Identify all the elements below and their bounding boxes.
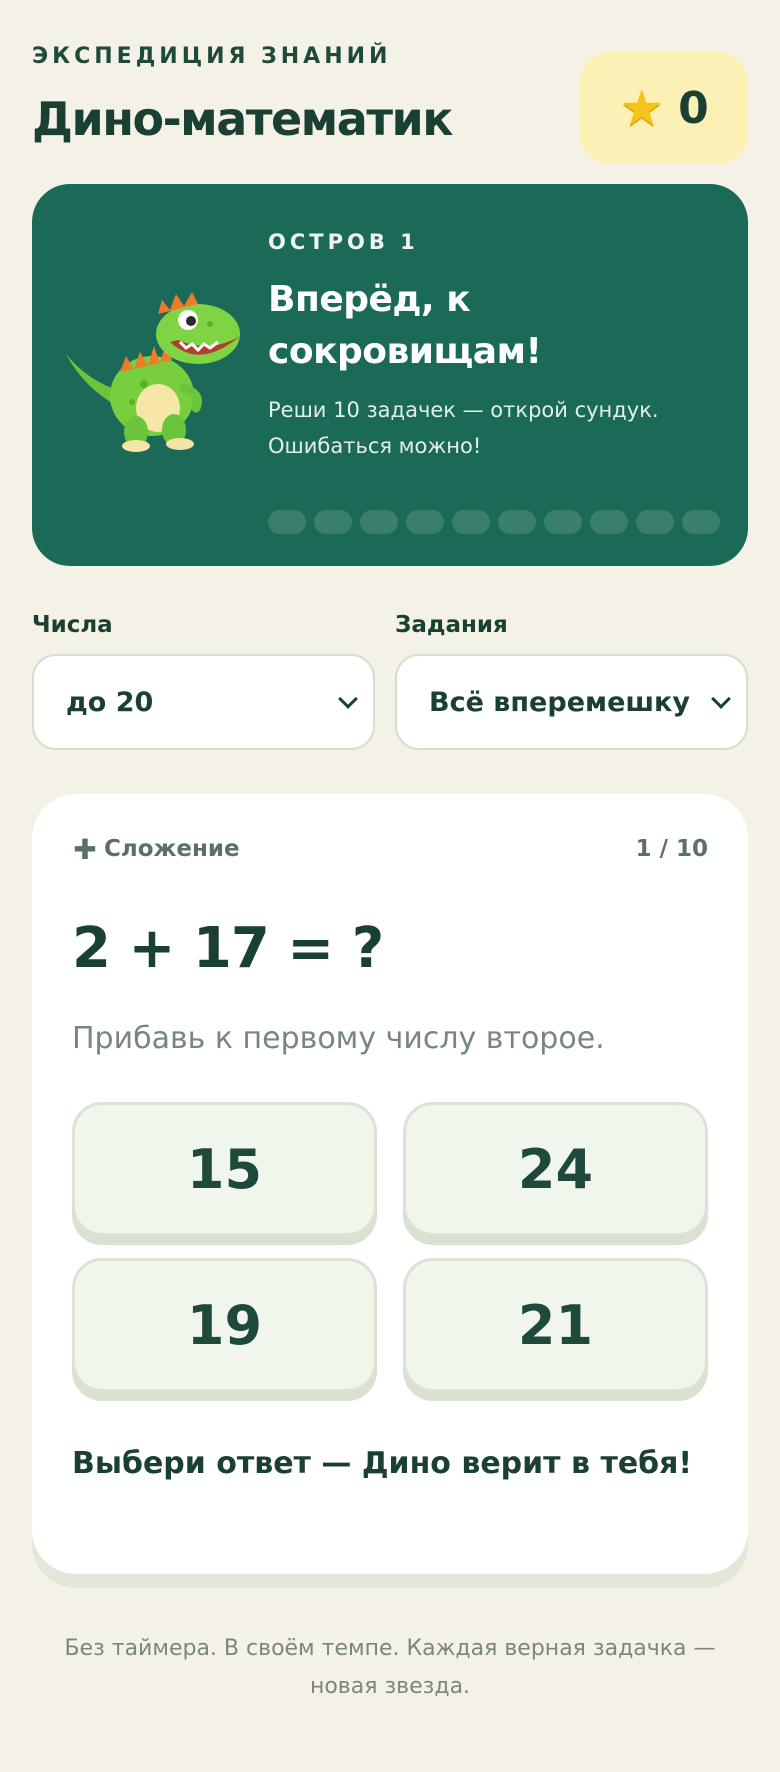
- quiz-card: ✚ Сложение 1 / 10 2 + 17 = ? Прибавь к п…: [32, 794, 748, 1574]
- hero-title: Вперёд, к сокровищам!: [268, 279, 542, 372]
- answer-button[interactable]: 21: [403, 1258, 708, 1392]
- progress-track: [268, 510, 720, 534]
- app-eyebrow: ЭКСПЕДИЦИЯ ЗНАНИЙ: [32, 44, 392, 69]
- numbers-select-value: до 20: [66, 686, 154, 718]
- question-text: 2 + 17 = ?: [72, 916, 384, 981]
- hero-subtitle: Реши 10 задачек — открой сундук. Ошибать…: [268, 398, 659, 458]
- numbers-select-label: Числа: [32, 612, 113, 638]
- quiz-header: ✚ Сложение 1 / 10: [72, 832, 708, 866]
- hero-text: ОСТРОВ 1 Вперёд, к сокровищам! Реши 10 з…: [268, 230, 718, 464]
- footer-note: Без таймера. В своём темпе. Каждая верна…: [64, 1636, 716, 1699]
- operation-label: Сложение: [104, 836, 240, 862]
- progress-dot: [590, 510, 628, 534]
- tasks-select-group: Задания Всё вперемешку: [395, 612, 748, 750]
- answer-button[interactable]: 24: [403, 1102, 708, 1236]
- selectors-row: Числа до 20 Задания Всё вперемешку: [32, 612, 748, 750]
- progress-dot: [268, 510, 306, 534]
- hero-card: ОСТРОВ 1 Вперёд, к сокровищам! Реши 10 з…: [32, 184, 748, 566]
- tasks-select-label: Задания: [395, 612, 508, 638]
- score-value: 0: [678, 82, 709, 134]
- question-hint: Прибавь к первому числу второе.: [72, 1021, 605, 1056]
- star-icon: ★: [619, 79, 665, 137]
- answer-button[interactable]: 15: [72, 1102, 377, 1236]
- progress-dot: [682, 510, 720, 534]
- chevron-down-icon: [338, 689, 358, 709]
- tasks-select[interactable]: Всё вперемешку: [395, 654, 748, 750]
- page: ЭКСПЕДИЦИЯ ЗНАНИЙ Дино-математик ★ 0 ОСТ…: [0, 0, 780, 1772]
- answer-button[interactable]: 19: [72, 1258, 377, 1392]
- plus-icon: ✚: [73, 832, 97, 866]
- question-counter: 1 / 10: [635, 836, 708, 862]
- header: ЭКСПЕДИЦИЯ ЗНАНИЙ Дино-математик ★ 0: [32, 0, 748, 184]
- numbers-select[interactable]: до 20: [32, 654, 376, 750]
- score-badge: ★ 0: [580, 52, 748, 164]
- operation-tag: ✚ Сложение: [72, 832, 240, 866]
- numbers-select-group: Числа до 20: [32, 612, 376, 750]
- dinosaur-mascot: [66, 292, 240, 452]
- progress-dot: [498, 510, 536, 534]
- progress-dot: [544, 510, 582, 534]
- progress-dot: [452, 510, 490, 534]
- tasks-select-value: Всё вперемешку: [429, 686, 690, 718]
- app-title: Дино-математик: [32, 92, 453, 146]
- answer-grid: 15 24 19 21: [72, 1102, 708, 1392]
- progress-dot: [360, 510, 398, 534]
- encouragement-text: Выбери ответ — Дино верит в тебя!: [72, 1446, 693, 1481]
- progress-dot: [314, 510, 352, 534]
- chevron-down-icon: [711, 689, 731, 709]
- progress-dot: [636, 510, 674, 534]
- progress-dot: [406, 510, 444, 534]
- island-label: ОСТРОВ 1: [268, 230, 419, 254]
